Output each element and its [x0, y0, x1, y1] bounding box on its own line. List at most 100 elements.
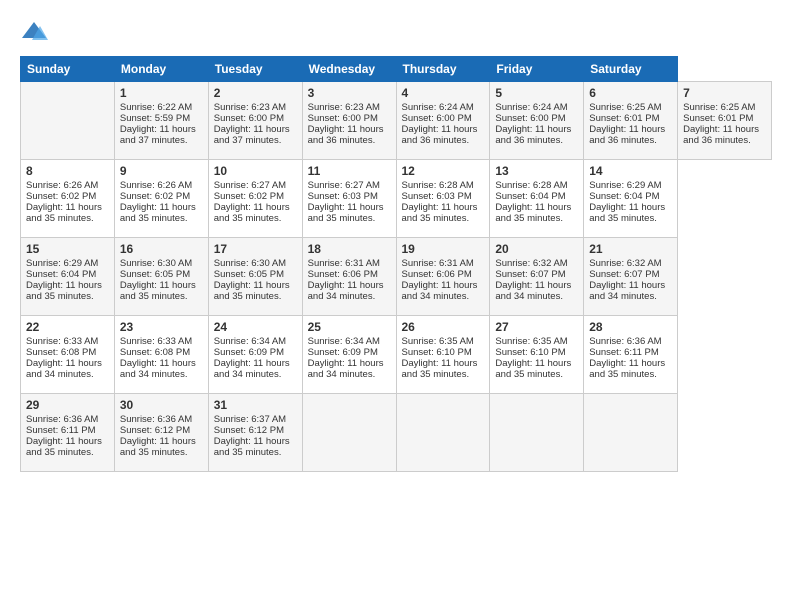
sunrise-text: Sunrise: 6:37 AM	[214, 414, 286, 425]
calendar-day-cell: 17Sunrise: 6:30 AMSunset: 6:05 PMDayligh…	[208, 238, 302, 316]
sunset-text: Sunset: 6:01 PM	[589, 113, 659, 124]
calendar-day-cell: 12 Sunrise: 6:28 AMSunset: 6:03 PMDayligh…	[396, 160, 490, 238]
daylight-text: Daylight: 11 hours and 34 minutes.	[120, 358, 196, 380]
sunrise-text: Sunrise: 6:26 AM	[120, 180, 192, 191]
sunset-text: Sunset: 6:04 PM	[26, 269, 96, 280]
day-number: 9	[120, 164, 203, 178]
calendar-day-cell: 26 Sunrise: 6:35 AMSunset: 6:10 PMDayligh…	[396, 316, 490, 394]
daylight-text: Daylight: 11 hours and 35 minutes.	[214, 436, 290, 458]
sunrise-text: Sunrise: 6:35 AM	[402, 336, 474, 347]
day-number: 30	[120, 398, 203, 412]
daylight-text: Daylight: 11 hours and 35 minutes.	[120, 202, 196, 224]
day-number: 26	[402, 320, 485, 334]
daylight-text: Daylight: 11 hours and 36 minutes.	[589, 124, 665, 146]
sunset-text: Sunset: 6:04 PM	[495, 191, 565, 202]
sunset-text: Sunset: 6:03 PM	[402, 191, 472, 202]
sunset-text: Sunset: 6:02 PM	[214, 191, 284, 202]
sunset-text: Sunset: 6:05 PM	[120, 269, 190, 280]
calendar-day-cell	[490, 394, 584, 472]
sunrise-text: Sunrise: 6:36 AM	[26, 414, 98, 425]
day-number: 16	[120, 242, 203, 256]
calendar-day-cell: 9 Sunrise: 6:26 AMSunset: 6:02 PMDaylight…	[114, 160, 208, 238]
sunset-text: Sunset: 6:10 PM	[402, 347, 472, 358]
day-number: 11	[308, 164, 391, 178]
sunset-text: Sunset: 6:00 PM	[402, 113, 472, 124]
day-number: 4	[402, 86, 485, 100]
daylight-text: Daylight: 11 hours and 34 minutes.	[589, 280, 665, 302]
day-number: 8	[26, 164, 109, 178]
daylight-text: Daylight: 11 hours and 35 minutes.	[495, 358, 571, 380]
calendar-day-cell: 21Sunrise: 6:32 AMSunset: 6:07 PMDayligh…	[584, 238, 678, 316]
day-number: 5	[495, 86, 578, 100]
calendar-day-cell	[396, 394, 490, 472]
header-row: SundayMondayTuesdayWednesdayThursdayFrid…	[21, 57, 772, 82]
sunset-text: Sunset: 6:00 PM	[214, 113, 284, 124]
sunset-text: Sunset: 6:09 PM	[308, 347, 378, 358]
calendar-day-cell: 2Sunrise: 6:23 AMSunset: 6:00 PMDaylight…	[208, 82, 302, 160]
daylight-text: Daylight: 11 hours and 36 minutes.	[402, 124, 478, 146]
day-number: 23	[120, 320, 203, 334]
daylight-text: Daylight: 11 hours and 35 minutes.	[120, 436, 196, 458]
calendar-day-cell: 4 Sunrise: 6:24 AMSunset: 6:00 PMDaylight…	[396, 82, 490, 160]
empty-cell	[21, 82, 115, 160]
sunrise-text: Sunrise: 6:35 AM	[495, 336, 567, 347]
daylight-text: Daylight: 11 hours and 34 minutes.	[214, 358, 290, 380]
sunrise-text: Sunrise: 6:33 AM	[120, 336, 192, 347]
calendar-day-cell	[584, 394, 678, 472]
calendar-day-cell: 5Sunrise: 6:24 AMSunset: 6:00 PMDaylight…	[490, 82, 584, 160]
sunrise-text: Sunrise: 6:24 AM	[495, 102, 567, 113]
day-number: 7	[683, 86, 766, 100]
day-number: 28	[589, 320, 672, 334]
day-number: 6	[589, 86, 672, 100]
calendar-week-row: 22Sunrise: 6:33 AMSunset: 6:08 PMDayligh…	[21, 316, 772, 394]
day-number: 27	[495, 320, 578, 334]
sunrise-text: Sunrise: 6:33 AM	[26, 336, 98, 347]
calendar-day-cell: 6Sunrise: 6:25 AMSunset: 6:01 PMDaylight…	[584, 82, 678, 160]
calendar-day-cell: 3Sunrise: 6:23 AMSunset: 6:00 PMDaylight…	[302, 82, 396, 160]
sunset-text: Sunset: 6:02 PM	[26, 191, 96, 202]
daylight-text: Daylight: 11 hours and 35 minutes.	[402, 202, 478, 224]
sunset-text: Sunset: 6:00 PM	[308, 113, 378, 124]
daylight-text: Daylight: 11 hours and 35 minutes.	[495, 202, 571, 224]
daylight-text: Daylight: 11 hours and 35 minutes.	[308, 202, 384, 224]
header-day: Wednesday	[302, 57, 396, 82]
page: SundayMondayTuesdayWednesdayThursdayFrid…	[0, 0, 792, 482]
sunset-text: Sunset: 6:02 PM	[120, 191, 190, 202]
calendar-day-cell: 13Sunrise: 6:28 AMSunset: 6:04 PMDayligh…	[490, 160, 584, 238]
daylight-text: Daylight: 11 hours and 36 minutes.	[495, 124, 571, 146]
sunset-text: Sunset: 6:12 PM	[120, 425, 190, 436]
sunrise-text: Sunrise: 6:29 AM	[26, 258, 98, 269]
sunrise-text: Sunrise: 6:28 AM	[495, 180, 567, 191]
sunset-text: Sunset: 6:07 PM	[589, 269, 659, 280]
header-day: Friday	[490, 57, 584, 82]
daylight-text: Daylight: 11 hours and 35 minutes.	[402, 358, 478, 380]
day-number: 2	[214, 86, 297, 100]
day-number: 1	[120, 86, 203, 100]
sunset-text: Sunset: 6:11 PM	[26, 425, 96, 436]
sunrise-text: Sunrise: 6:30 AM	[120, 258, 192, 269]
day-number: 10	[214, 164, 297, 178]
calendar-day-cell: 23Sunrise: 6:33 AMSunset: 6:08 PMDayligh…	[114, 316, 208, 394]
logo-icon	[20, 18, 48, 46]
sunset-text: Sunset: 6:10 PM	[495, 347, 565, 358]
sunrise-text: Sunrise: 6:26 AM	[26, 180, 98, 191]
sunset-text: Sunset: 6:07 PM	[495, 269, 565, 280]
sunrise-text: Sunrise: 6:24 AM	[402, 102, 474, 113]
calendar-day-cell: 31Sunrise: 6:37 AMSunset: 6:12 PMDayligh…	[208, 394, 302, 472]
sunrise-text: Sunrise: 6:23 AM	[308, 102, 380, 113]
calendar-day-cell: 16Sunrise: 6:30 AMSunset: 6:05 PMDayligh…	[114, 238, 208, 316]
header-day: Monday	[114, 57, 208, 82]
calendar-table: SundayMondayTuesdayWednesdayThursdayFrid…	[20, 56, 772, 472]
sunrise-text: Sunrise: 6:28 AM	[402, 180, 474, 191]
day-number: 12	[402, 164, 485, 178]
sunrise-text: Sunrise: 6:27 AM	[214, 180, 286, 191]
calendar-day-cell: 29Sunrise: 6:36 AMSunset: 6:11 PMDayligh…	[21, 394, 115, 472]
day-number: 19	[402, 242, 485, 256]
calendar-day-cell: 11Sunrise: 6:27 AMSunset: 6:03 PMDayligh…	[302, 160, 396, 238]
daylight-text: Daylight: 11 hours and 34 minutes.	[495, 280, 571, 302]
daylight-text: Daylight: 11 hours and 35 minutes.	[26, 202, 102, 224]
daylight-text: Daylight: 11 hours and 35 minutes.	[26, 436, 102, 458]
logo	[20, 18, 52, 46]
calendar-day-cell: 8 Sunrise: 6:26 AMSunset: 6:02 PMDaylight…	[21, 160, 115, 238]
sunrise-text: Sunrise: 6:31 AM	[308, 258, 380, 269]
